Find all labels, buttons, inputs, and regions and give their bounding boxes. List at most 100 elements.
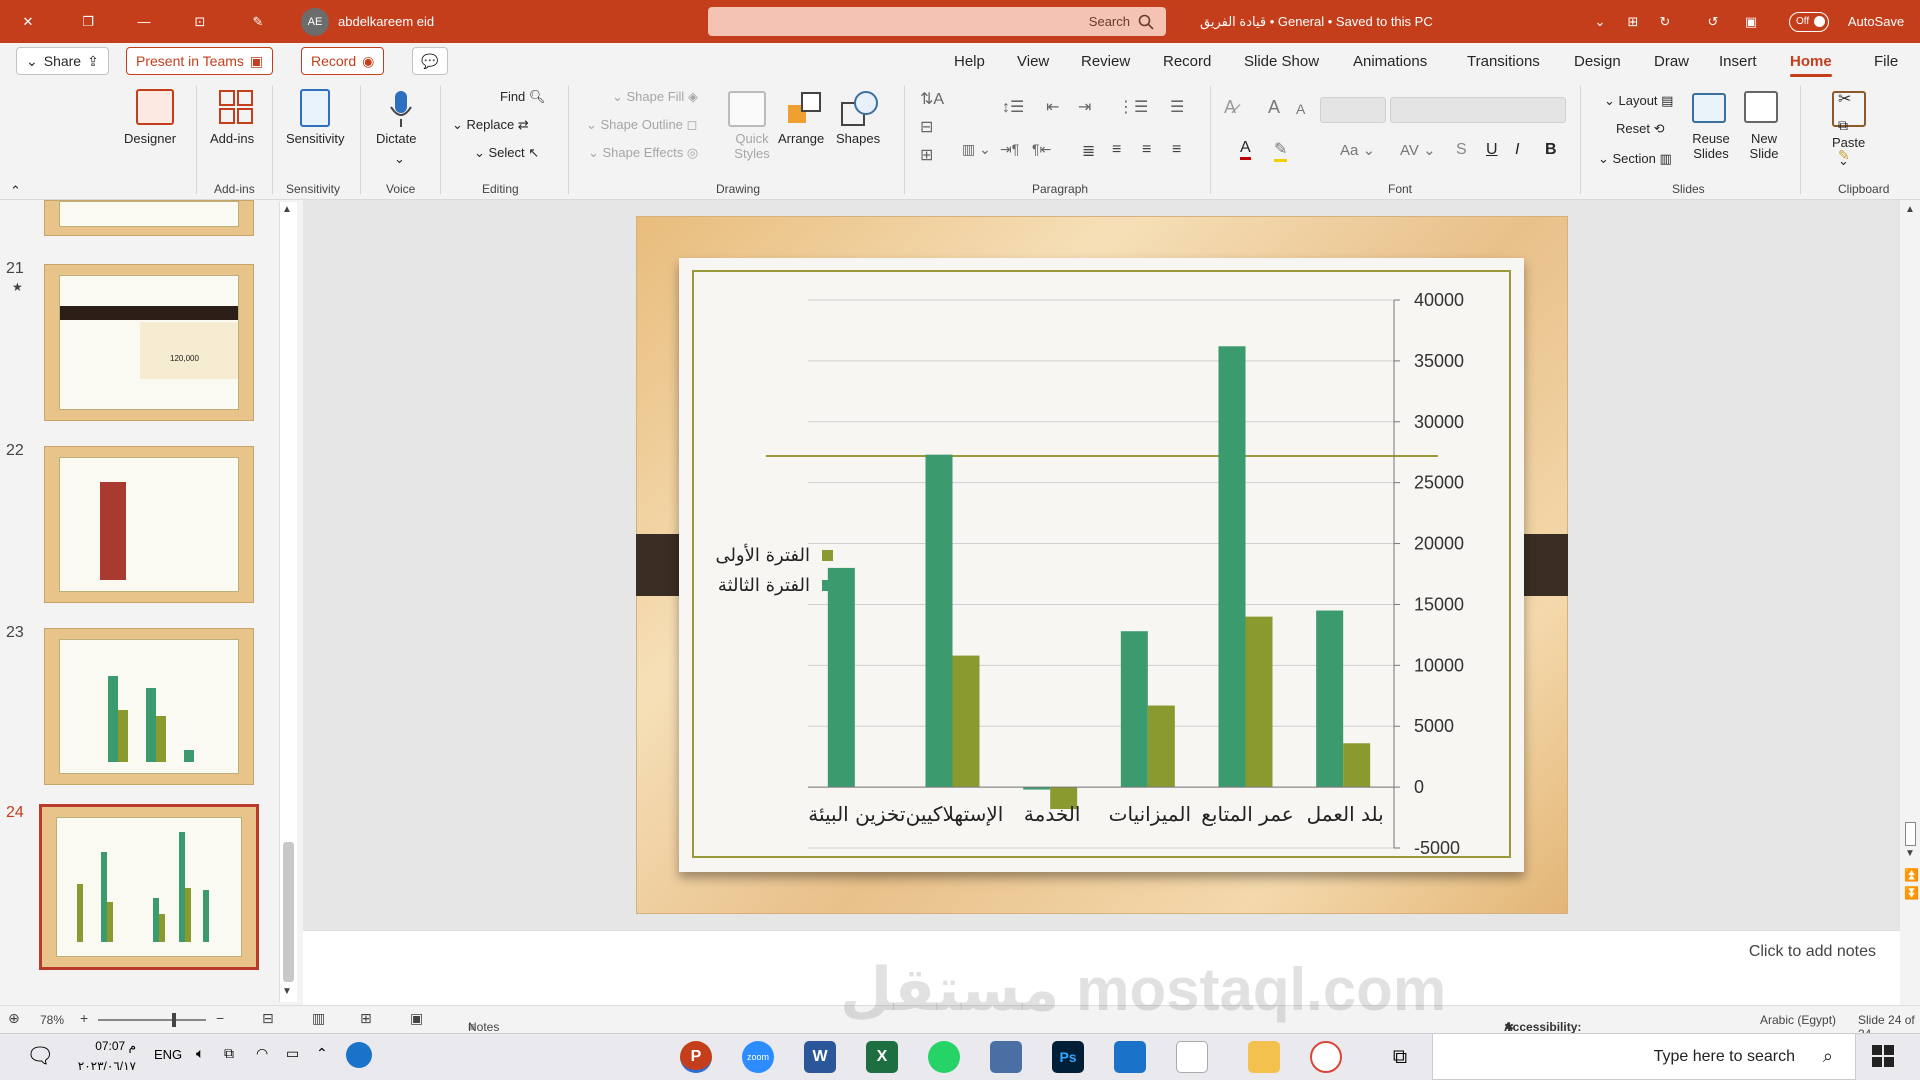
zoom-level[interactable]: 78%: [40, 1013, 64, 1027]
italic-button[interactable]: I: [1515, 141, 1519, 159]
new-slide-icon[interactable]: [1744, 91, 1778, 123]
battery-icon[interactable]: ▭: [286, 1045, 299, 1062]
shrink-font-button[interactable]: A: [1296, 101, 1305, 117]
slide-scrollbar[interactable]: ▲ ▼ ⏫ ⏬: [1900, 200, 1920, 1005]
align-left-icon[interactable]: ≡: [1112, 141, 1121, 159]
align-right-icon[interactable]: ≡: [1172, 141, 1181, 159]
wifi-icon[interactable]: ◠: [256, 1045, 268, 1062]
collapse-ribbon-icon[interactable]: ⌃: [10, 183, 21, 199]
shadow-button[interactable]: S: [1456, 141, 1467, 159]
record-button[interactable]: Record ◉: [301, 47, 385, 75]
slide-show-icon[interactable]: ⊟: [262, 1010, 274, 1027]
font-size-select[interactable]: [1320, 97, 1386, 123]
find-button[interactable]: Find 🔍︎: [500, 89, 545, 105]
addins-icon[interactable]: [218, 89, 254, 125]
restore-icon[interactable]: ❐: [68, 0, 108, 43]
zoom-out-icon[interactable]: −: [216, 1010, 224, 1026]
scroll-up-icon[interactable]: ▲: [1905, 204, 1915, 215]
powerpoint-icon[interactable]: P: [680, 1041, 712, 1073]
present-icon[interactable]: ⊞: [1620, 0, 1646, 43]
fit-slide-icon[interactable]: ⊕: [8, 1010, 20, 1027]
designer-button[interactable]: Designer: [124, 131, 176, 146]
mail-icon[interactable]: [1114, 1041, 1146, 1073]
scroll-thumb[interactable]: [1905, 822, 1916, 846]
tab-draw[interactable]: Draw: [1654, 43, 1689, 79]
present-teams-button[interactable]: Present in Teams ▣: [126, 47, 274, 75]
reading-view-icon[interactable]: ▥: [312, 1010, 325, 1027]
char-spacing-icon[interactable]: AV ⌄: [1400, 141, 1436, 159]
scroll-up-icon[interactable]: ▲: [282, 204, 292, 215]
line-spacing-icon[interactable]: ↕☰: [1002, 97, 1024, 117]
language-indicator[interactable]: Arabic (Egypt): [1760, 1013, 1836, 1027]
network-icon[interactable]: ⧉: [224, 1045, 234, 1062]
font-name-select[interactable]: [1390, 97, 1566, 123]
align-center-icon[interactable]: ≡: [1142, 141, 1151, 159]
tab-home[interactable]: Home: [1790, 43, 1832, 79]
grow-font-button[interactable]: A: [1268, 97, 1280, 118]
ltr-icon[interactable]: ⇥¶: [1000, 141, 1019, 158]
chrome-icon[interactable]: [1310, 1041, 1342, 1073]
minimize-icon[interactable]: —: [124, 0, 164, 43]
numbering-icon[interactable]: ⋮☰: [1118, 97, 1148, 117]
input-language[interactable]: ENG: [154, 1047, 182, 1062]
word-icon[interactable]: W: [804, 1041, 836, 1073]
slide-thumbnail-20[interactable]: [44, 200, 254, 236]
slide-sorter-icon[interactable]: ⊞: [360, 1010, 372, 1027]
store-icon[interactable]: [1176, 1041, 1208, 1073]
shape-effects-button[interactable]: ⌄ Shape Effects ◎: [588, 145, 698, 161]
calculator-icon[interactable]: [990, 1041, 1022, 1073]
excel-icon[interactable]: X: [866, 1041, 898, 1073]
whatsapp-icon[interactable]: [928, 1041, 960, 1073]
cut-icon[interactable]: ✂: [1838, 89, 1851, 109]
columns-icon[interactable]: ▥ ⌄: [962, 141, 991, 158]
taskbar-search-input[interactable]: Type here to search ⌕: [1432, 1033, 1856, 1080]
next-slide-icon[interactable]: ⏬: [1904, 886, 1919, 900]
zoom-slider[interactable]: [98, 1019, 206, 1021]
sensitivity-button[interactable]: Sensitivity: [286, 131, 345, 146]
previous-slide-icon[interactable]: ⏫: [1904, 868, 1919, 882]
tab-design[interactable]: Design: [1574, 43, 1621, 79]
tab-help[interactable]: Help: [954, 43, 985, 79]
file-explorer-icon[interactable]: [1248, 1041, 1280, 1073]
quick-styles-button[interactable]: Quick Styles: [730, 131, 774, 161]
text-direction-icon[interactable]: ⇅A: [920, 89, 944, 109]
tab-slide-show[interactable]: Slide Show: [1244, 43, 1319, 79]
zoom-app-icon[interactable]: zoom: [742, 1041, 774, 1073]
reset-button[interactable]: Reset ⟲: [1616, 121, 1664, 137]
shapes-icon[interactable]: [840, 89, 880, 127]
slide-thumbnail-21[interactable]: 120,000: [44, 264, 254, 421]
shapes-button[interactable]: Shapes: [836, 131, 880, 146]
underline-button[interactable]: U: [1486, 141, 1498, 159]
vpn-icon[interactable]: [346, 1042, 372, 1068]
select-button[interactable]: ⌄ Select ↖: [474, 145, 539, 161]
shape-outline-button[interactable]: ⌄ Shape Outline ◻: [586, 117, 697, 133]
new-slide-button[interactable]: New Slide: [1744, 131, 1784, 161]
font-color-icon[interactable]: A: [1240, 139, 1251, 160]
arrange-icon[interactable]: [786, 91, 824, 127]
chevron-up-icon[interactable]: ⌃: [316, 1045, 328, 1062]
bullets-icon[interactable]: ☰: [1170, 97, 1184, 117]
dictate-button[interactable]: Dictate: [376, 131, 416, 146]
slide-thumbnail-22[interactable]: [44, 446, 254, 603]
sensitivity-icon[interactable]: [300, 89, 330, 127]
shape-fill-button[interactable]: ⌄ Shape Fill ◈: [612, 89, 698, 105]
microphone-icon[interactable]: [388, 89, 414, 129]
rtl-icon[interactable]: ¶⇤: [1032, 141, 1051, 158]
highlight-icon[interactable]: ✎: [1274, 139, 1288, 162]
taskbar-clock[interactable]: 07:07 م ٢٠٢٣/٠٦/١٧: [76, 1036, 136, 1076]
tab-record[interactable]: Record: [1163, 43, 1211, 79]
tab-review[interactable]: Review: [1081, 43, 1130, 79]
bold-button[interactable]: B: [1545, 141, 1557, 159]
indent-icon[interactable]: ⇥: [1078, 97, 1091, 117]
align-text-icon[interactable]: ⊟: [920, 117, 933, 137]
addins-button[interactable]: Add-ins: [210, 131, 254, 146]
quick-styles-icon[interactable]: [728, 91, 766, 127]
save-icon[interactable]: ▣: [1738, 0, 1764, 43]
doc-title[interactable]: قيادة الفريق • General • Saved to this P…: [1200, 0, 1540, 43]
undo-icon[interactable]: ↺: [1700, 0, 1726, 43]
designer-icon[interactable]: [136, 89, 174, 125]
ribbon-display-icon[interactable]: ⊡: [180, 0, 220, 43]
section-button[interactable]: ⌄ Section ▥: [1598, 151, 1672, 167]
normal-view-icon[interactable]: ▣: [410, 1010, 423, 1027]
thumbnail-scrollbar[interactable]: ▲ ▼: [279, 202, 297, 1002]
